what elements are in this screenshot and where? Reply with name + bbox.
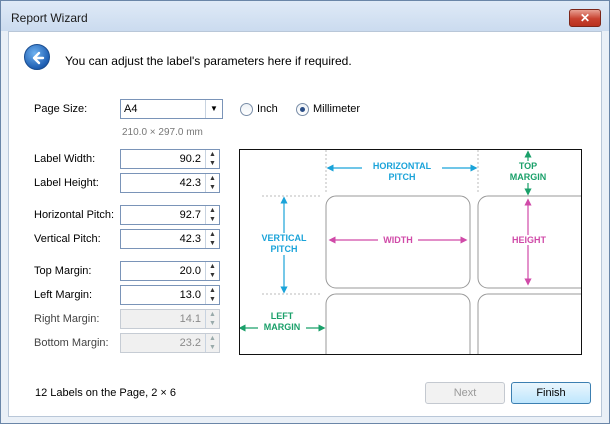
spin-arrows-icon[interactable]: ▲ ▼ — [205, 230, 219, 248]
bottom-margin-label: Bottom Margin: — [34, 337, 109, 349]
horizontal-pitch-stepper[interactable]: 92.7 ▲ ▼ — [120, 205, 220, 225]
wizard-content: You can adjust the label's parameters he… — [8, 31, 602, 417]
page-size-value: A4 — [124, 103, 138, 115]
top-margin-label: Top Margin: — [34, 265, 92, 277]
labels-summary: 12 Labels on the Page, 2 × 6 — [35, 387, 176, 399]
inch-radio-label[interactable]: Inch — [257, 103, 278, 115]
label-cell — [477, 293, 581, 354]
spin-arrows-icon[interactable]: ▲ ▼ — [205, 286, 219, 304]
page-dimensions: 210.0 × 297.0 mm — [122, 127, 203, 138]
label-height-label: Label Height: — [34, 177, 99, 189]
horizontal-pitch-text-2: PITCH — [388, 172, 416, 182]
close-button[interactable]: ✕ — [569, 9, 601, 27]
left-margin-stepper[interactable]: 13.0 ▲ ▼ — [120, 285, 220, 305]
title-bar[interactable]: Report Wizard ✕ — [1, 1, 609, 31]
width-caption: WIDTH — [378, 235, 418, 245]
left-margin-label: Left Margin: — [34, 289, 93, 301]
vertical-pitch-text: VERTICAL — [261, 233, 307, 243]
label-layout-preview: HORIZONTAL PITCH TOP MARGIN VERTICAL PIT… — [239, 149, 582, 355]
label-height-stepper[interactable]: 42.3 ▲ ▼ — [120, 173, 220, 193]
bottom-margin-stepper: 23.2 ▲ ▼ — [120, 333, 220, 353]
vertical-pitch-text-2: PITCH — [270, 244, 298, 254]
horizontal-pitch-value[interactable]: 92.7 — [180, 209, 201, 221]
spin-arrows-icon[interactable]: ▲ ▼ — [205, 206, 219, 224]
spin-arrows-icon: ▲ ▼ — [205, 310, 219, 328]
millimeter-radio-label[interactable]: Millimeter — [313, 103, 360, 115]
spin-arrows-icon[interactable]: ▲ ▼ — [205, 150, 219, 168]
finish-button[interactable]: Finish — [511, 382, 591, 404]
chevron-down-icon[interactable]: ▼ — [205, 100, 222, 118]
right-margin-stepper: 14.1 ▲ ▼ — [120, 309, 220, 329]
vertical-pitch-stepper[interactable]: 42.3 ▲ ▼ — [120, 229, 220, 249]
page-size-dropdown[interactable]: A4 ▼ — [120, 99, 223, 119]
horizontal-pitch-text: HORIZONTAL — [372, 161, 432, 171]
millimeter-radio[interactable] — [296, 103, 309, 116]
inch-radio[interactable] — [240, 103, 253, 116]
header-instruction: You can adjust the label's parameters he… — [65, 54, 352, 68]
bottom-margin-value: 23.2 — [179, 337, 201, 349]
right-margin-label: Right Margin: — [34, 313, 100, 325]
horizontal-pitch-caption: HORIZONTAL PITCH — [362, 161, 442, 183]
back-button[interactable] — [24, 44, 50, 70]
top-margin-stepper[interactable]: 20.0 ▲ ▼ — [120, 261, 220, 281]
top-margin-value[interactable]: 20.0 — [180, 265, 201, 277]
label-width-stepper[interactable]: 90.2 ▲ ▼ — [120, 149, 220, 169]
top-margin-text: TOP — [518, 161, 538, 171]
vertical-pitch-value[interactable]: 42.3 — [180, 233, 201, 245]
window-title: Report Wizard — [11, 11, 88, 25]
vertical-pitch-caption: VERTICAL PITCH — [258, 233, 310, 255]
label-width-label: Label Width: — [34, 153, 96, 165]
right-margin-value: 14.1 — [179, 313, 201, 325]
top-margin-caption: TOP MARGIN — [506, 161, 550, 183]
left-margin-value[interactable]: 13.0 — [180, 289, 201, 301]
label-width-value[interactable]: 90.2 — [180, 153, 201, 165]
left-margin-text-2: MARGIN — [263, 322, 301, 332]
spin-arrows-icon[interactable]: ▲ ▼ — [205, 262, 219, 280]
height-caption: HEIGHT — [508, 235, 550, 245]
spin-arrows-icon[interactable]: ▲ ▼ — [205, 174, 219, 192]
left-margin-caption: LEFT MARGIN — [258, 311, 306, 333]
top-margin-text-2: MARGIN — [509, 172, 547, 182]
next-button[interactable]: Next — [425, 382, 505, 404]
report-wizard-window: Report Wizard ✕ You can adjust the label… — [0, 0, 610, 424]
horizontal-pitch-label: Horizontal Pitch: — [34, 209, 115, 221]
vertical-pitch-label: Vertical Pitch: — [34, 233, 101, 245]
back-arrow-icon — [32, 51, 45, 65]
left-margin-text: LEFT — [270, 311, 294, 321]
label-height-value[interactable]: 42.3 — [180, 177, 201, 189]
label-cell — [325, 293, 471, 354]
page-size-label: Page Size: — [34, 103, 88, 115]
spin-arrows-icon: ▲ ▼ — [205, 334, 219, 352]
